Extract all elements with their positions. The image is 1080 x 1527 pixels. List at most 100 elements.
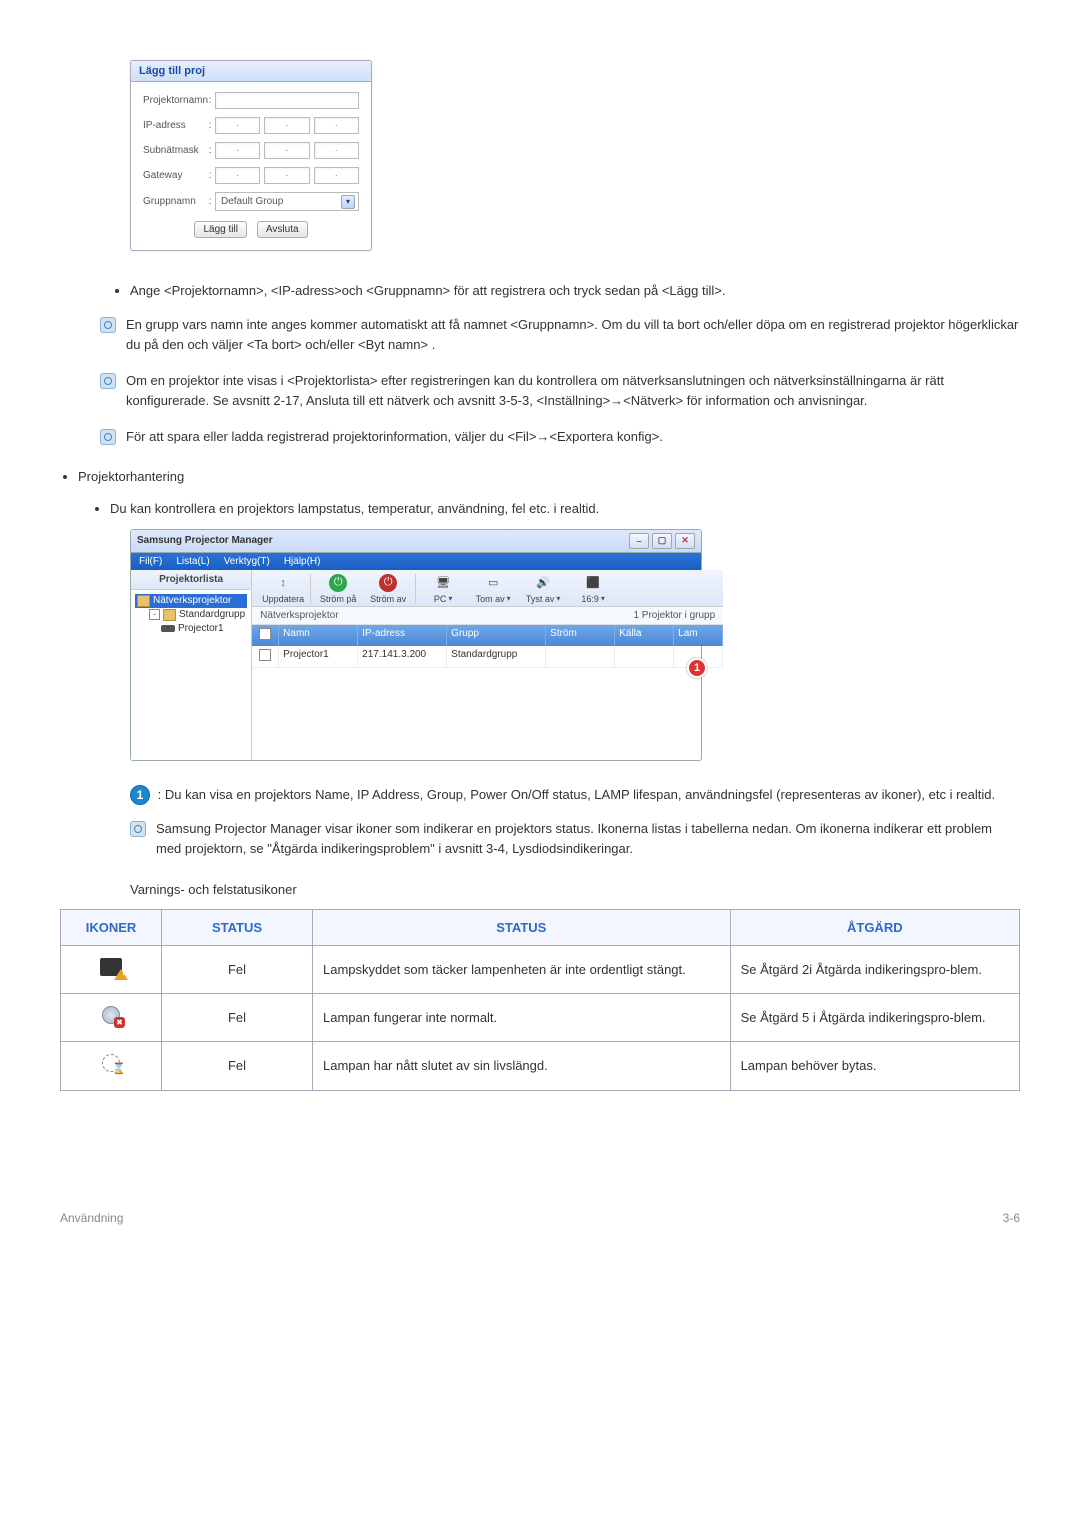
- col-ip[interactable]: IP-adress: [358, 625, 447, 646]
- table-row: Fel Lampskyddet som täcker lampenheten ä…: [61, 946, 1020, 994]
- lamp-cover-error-icon: [100, 958, 122, 976]
- note-icon: [100, 429, 116, 445]
- chevron-down-icon: ▾: [556, 594, 560, 603]
- power-off-icon: ⏻: [379, 574, 397, 592]
- power-on-icon: ⏻: [329, 574, 347, 592]
- footer-right: 3-6: [1003, 1211, 1020, 1225]
- note-icon: [130, 821, 146, 837]
- app-sidebar: Projektorlista Nätverksprojektor - Stand…: [131, 570, 252, 760]
- power-on-button[interactable]: ⏻ Ström på: [313, 574, 363, 604]
- menu-help[interactable]: Hjälp(H): [284, 556, 321, 567]
- cancel-button[interactable]: Avsluta: [257, 221, 308, 238]
- sidebar-header: Projektorlista: [131, 570, 251, 590]
- badge-1-icon: 1: [130, 785, 150, 805]
- blank-select[interactable]: ▭ Tom av▾: [468, 574, 518, 604]
- callout-1-text: 1 : Du kan visa en projektors Name, IP A…: [130, 785, 1020, 806]
- add-button[interactable]: Lägg till: [194, 221, 246, 238]
- row-checkbox[interactable]: [259, 649, 271, 661]
- tree-group-default[interactable]: - Standardgrupp: [147, 608, 247, 622]
- label-projector-name: Projektornamn: [143, 95, 205, 106]
- label-gateway: Gateway: [143, 170, 205, 181]
- footer-left: Användning: [60, 1211, 123, 1225]
- source-icon: 🖥: [434, 574, 452, 592]
- projector-icon: [161, 625, 175, 632]
- app-titlebar: Samsung Projector Manager – ▢ ✕: [131, 530, 701, 553]
- pm-subtext: Du kan kontrollera en projektors lampsta…: [110, 501, 1020, 516]
- app-toolbar: ↕ Uppdatera ⏻ Ström på ⏻ Ström av 🖥 PC▾: [252, 570, 723, 607]
- label-group-name: Gruppnamn: [143, 196, 205, 207]
- table-row: Fel Lampan fungerar inte normalt. Se Åtg…: [61, 994, 1020, 1042]
- grid-row[interactable]: Projector1 217.141.3.200 Standardgrupp: [252, 646, 723, 668]
- callout-badge-1: 1: [687, 658, 707, 678]
- menu-file[interactable]: Fil(F): [139, 556, 162, 567]
- chevron-down-icon: ▾: [448, 594, 452, 603]
- aspect-select[interactable]: ⬛ 16:9▾: [568, 574, 618, 604]
- subnet-mask-input[interactable]: ...: [215, 142, 359, 159]
- projector-manager-window: Samsung Projector Manager – ▢ ✕ Fil(F) L…: [130, 529, 702, 761]
- maximize-button[interactable]: ▢: [652, 533, 672, 549]
- note-auto-group: En grupp vars namn inte anges kommer aut…: [100, 315, 1020, 355]
- mute-icon: 🔊: [534, 574, 552, 592]
- label-ip-address: IP-adress: [143, 120, 205, 131]
- chevron-down-icon: ▾: [601, 594, 605, 603]
- dialog-title: Lägg till proj: [131, 61, 371, 82]
- section-projector-management: Projektorhantering: [78, 467, 1020, 487]
- table-row: Fel Lampan har nått slutet av sin livslä…: [61, 1042, 1020, 1090]
- table-caption: Varnings- och felstatusikoner: [130, 880, 1020, 900]
- aspect-icon: ⬛: [584, 574, 602, 592]
- status-left: Nätverksprojektor: [260, 610, 338, 621]
- group-select-value: Default Group: [221, 196, 283, 207]
- folder-icon: [137, 595, 150, 607]
- note-icon: [100, 373, 116, 389]
- source-select[interactable]: 🖥 PC▾: [418, 574, 468, 604]
- note-export-config: För att spara eller ladda registrerad pr…: [100, 427, 1020, 447]
- blank-icon: ▭: [484, 574, 502, 592]
- note-status-icons: Samsung Projector Manager visar ikoner s…: [130, 819, 1020, 859]
- th-action: ÅTGÄRD: [730, 910, 1019, 946]
- app-menubar: Fil(F) Lista(L) Verktyg(T) Hjälp(H): [131, 553, 701, 570]
- label-subnet-mask: Subnätmask: [143, 145, 205, 156]
- bullet-register: Ange <Projektornamn>, <IP-adress>och <Gr…: [130, 281, 1020, 301]
- grid-header: Namn IP-adress Grupp Ström Källa Lam: [252, 625, 723, 646]
- projector-tree: Nätverksprojektor - Standardgrupp Projec…: [131, 590, 251, 639]
- chevron-down-icon: ▾: [341, 195, 355, 209]
- col-power[interactable]: Ström: [546, 625, 615, 646]
- col-lamp[interactable]: Lam: [674, 625, 723, 646]
- chevron-down-icon: ▾: [507, 594, 511, 603]
- status-right: 1 Projektor i grupp: [633, 610, 715, 621]
- col-source[interactable]: Källa: [615, 625, 674, 646]
- collapse-icon[interactable]: -: [149, 609, 160, 620]
- power-off-button[interactable]: ⏻ Ström av: [363, 574, 413, 604]
- folder-icon: [163, 609, 176, 621]
- th-icons: IKONER: [61, 910, 162, 946]
- th-status: STATUS: [162, 910, 313, 946]
- note-icon: [100, 317, 116, 333]
- projector-grid: Namn IP-adress Grupp Ström Källa Lam Pro…: [252, 625, 723, 668]
- lamp-malfunction-icon: [102, 1006, 120, 1024]
- dialog-body: Projektornamn : IP-adress : ... Subnätma…: [131, 82, 371, 250]
- add-projector-dialog: Lägg till proj Projektornamn : IP-adress…: [130, 60, 372, 251]
- tree-root-network[interactable]: Nätverksprojektor: [135, 594, 247, 608]
- col-name[interactable]: Namn: [279, 625, 358, 646]
- refresh-button[interactable]: ↕ Uppdatera: [258, 574, 308, 604]
- select-all-checkbox[interactable]: [259, 628, 271, 640]
- minimize-button[interactable]: –: [629, 533, 649, 549]
- tree-item-projector1[interactable]: Projector1: [159, 622, 247, 635]
- mute-select[interactable]: 🔊 Tyst av▾: [518, 574, 568, 604]
- app-title: Samsung Projector Manager: [137, 535, 273, 546]
- lamp-lifespan-icon: [102, 1054, 120, 1072]
- group-name-select[interactable]: Default Group ▾: [215, 192, 359, 211]
- menu-list[interactable]: Lista(L): [176, 556, 209, 567]
- projector-name-input[interactable]: [215, 92, 359, 109]
- col-group[interactable]: Grupp: [447, 625, 546, 646]
- ip-address-input[interactable]: ...: [215, 117, 359, 134]
- gateway-input[interactable]: ...: [215, 167, 359, 184]
- refresh-icon: ↕: [274, 574, 292, 592]
- close-button[interactable]: ✕: [675, 533, 695, 549]
- status-row: Nätverksprojektor 1 Projektor i grupp: [252, 607, 723, 625]
- app-main: ↕ Uppdatera ⏻ Ström på ⏻ Ström av 🖥 PC▾: [252, 570, 723, 760]
- note-not-shown: Om en projektor inte visas i <Projektorl…: [100, 371, 1020, 411]
- th-status2: STATUS: [313, 910, 731, 946]
- page-footer: Användning 3-6: [60, 1211, 1020, 1225]
- menu-tools[interactable]: Verktyg(T): [224, 556, 270, 567]
